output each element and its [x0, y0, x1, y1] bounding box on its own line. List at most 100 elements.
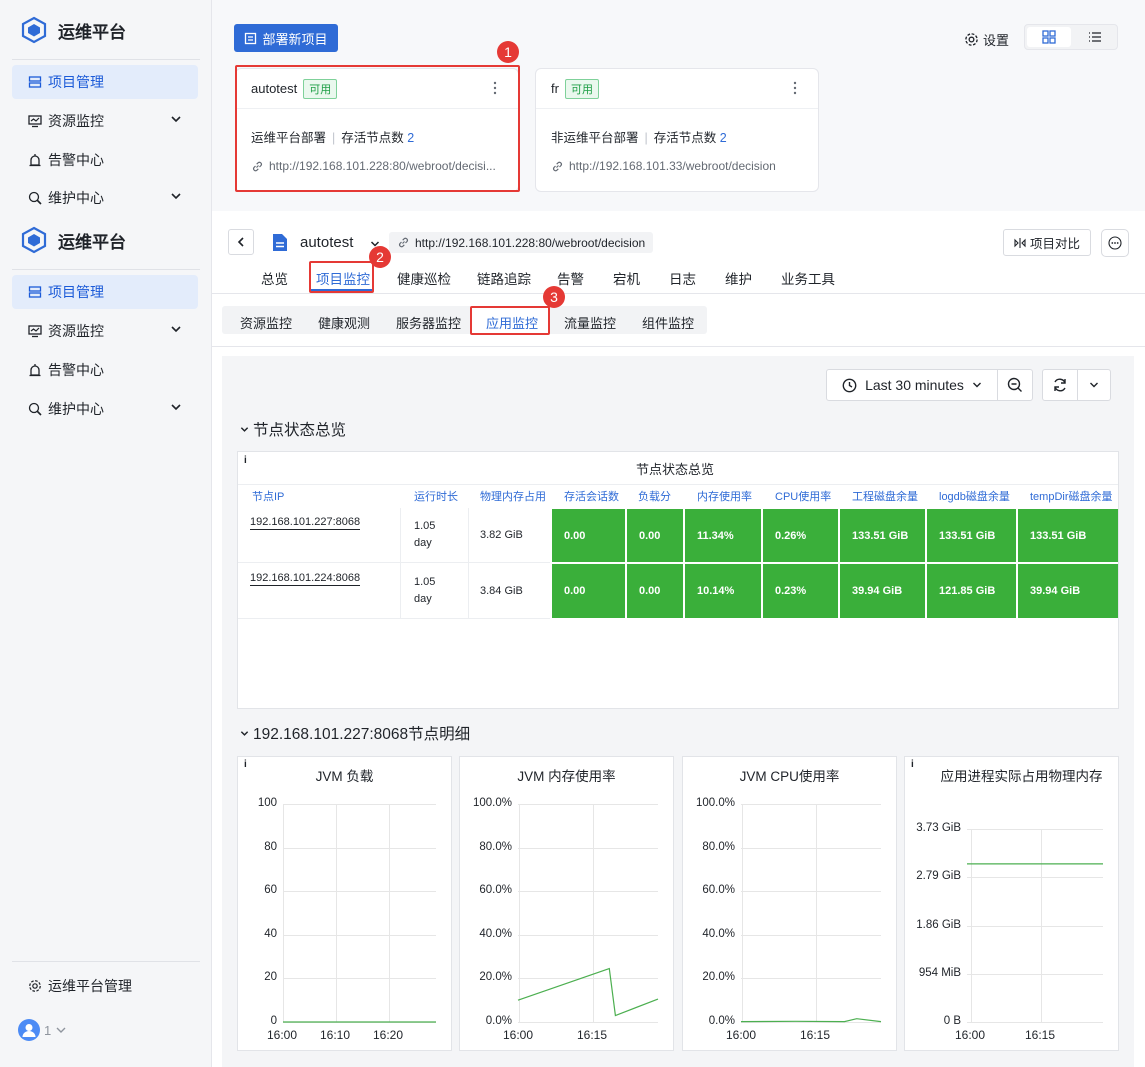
subtab-health[interactable]: 健康观测	[318, 313, 370, 332]
chart-jvm-cpu: JVM CPU使用率 100.0% 80.0% 60.0% 40.0% 20.0% 0.0…	[682, 756, 897, 1051]
tab-alarm[interactable]: 告警	[557, 268, 584, 288]
row-divider	[238, 618, 550, 619]
settings-button[interactable]: 设置	[964, 30, 1009, 49]
row-divider	[238, 562, 550, 563]
tab-business-tools[interactable]: 业务工具	[781, 268, 835, 288]
subtab-component[interactable]: 组件监控	[642, 313, 694, 332]
section-node-overview[interactable]: 节点状态总览	[240, 418, 346, 440]
panel-title: 节点状态总览	[636, 462, 715, 477]
avatar	[18, 1019, 40, 1041]
col-logdb-disk[interactable]: logdb磁盘余量	[939, 488, 1010, 504]
tempdir-disk-cell: 39.94 GiB	[1018, 564, 1118, 618]
subtab-resource[interactable]: 资源监控	[240, 313, 292, 332]
load-cell: 0.00	[627, 509, 683, 562]
server-icon	[28, 76, 42, 88]
step-marker-3: 3	[543, 286, 565, 308]
monitor-icon	[28, 325, 42, 338]
more-options-button[interactable]	[1101, 229, 1129, 257]
divider	[238, 484, 1118, 485]
project-name: fr	[551, 81, 559, 96]
tab-log[interactable]: 日志	[669, 268, 696, 288]
load-cell: 0.00	[627, 564, 683, 618]
nav-item-projects[interactable]: 项目管理	[12, 65, 198, 99]
zoom-out-button[interactable]	[997, 369, 1033, 401]
divider	[212, 293, 1145, 294]
brand-name: 运维平台	[58, 22, 126, 42]
project-compare-button[interactable]: 项目对比	[1003, 229, 1091, 256]
step-marker-1: 1	[497, 41, 519, 63]
mem-usage-cell: 10.14%	[685, 564, 761, 618]
nav-item-resource[interactable]: 资源监控	[12, 104, 198, 138]
info-icon[interactable]: i	[911, 759, 914, 770]
col-tempdir-disk[interactable]: tempDir磁盘余量	[1030, 488, 1113, 504]
node-ip-link[interactable]: 192.168.101.224:8068	[250, 572, 361, 586]
brand: 运维平台	[20, 226, 126, 254]
link-icon	[553, 161, 562, 171]
tab-overview[interactable]: 总览	[261, 268, 288, 288]
col-divider	[468, 508, 469, 618]
nav-item-projects[interactable]: 项目管理	[12, 275, 198, 309]
alarm-icon	[29, 154, 41, 167]
uptime-unit: day	[414, 593, 432, 605]
col-sessions[interactable]: 存活会话数	[564, 488, 619, 504]
chart-jvm-load: JVM 负载 100 80 60 40 20 0 16:00 16:10 16:20	[237, 756, 452, 1051]
col-mem-usage[interactable]: 内存使用率	[697, 488, 752, 504]
nav-item-maintenance[interactable]: 维护中心	[12, 181, 198, 215]
back-button[interactable]	[228, 229, 254, 255]
subtab-application-active[interactable]: 应用监控	[486, 313, 538, 332]
col-project-disk[interactable]: 工程磁盘余量	[852, 488, 918, 504]
nav-item-alarm[interactable]: 告警中心	[12, 143, 198, 177]
monitor-icon	[28, 115, 42, 128]
highlight-box-1	[235, 65, 520, 192]
grid-view-button[interactable]	[1027, 27, 1071, 47]
subtab-traffic[interactable]: 流量监控	[564, 313, 616, 332]
chevron-down-icon	[972, 382, 981, 388]
deploy-type: 非运维平台部署	[551, 131, 639, 145]
refresh-button[interactable]	[1042, 369, 1078, 401]
user-name: 1	[44, 1022, 52, 1038]
user-menu[interactable]: 1	[18, 1019, 67, 1041]
time-range-picker[interactable]: Last 30 minutes	[826, 369, 998, 401]
chevron-down-icon	[1090, 382, 1098, 388]
info-icon[interactable]: i	[244, 759, 247, 770]
tab-trace[interactable]: 链路追踪	[477, 268, 531, 288]
tempdir-disk-cell: 133.51 GiB	[1018, 509, 1118, 562]
chart-plot	[517, 967, 659, 1017]
zoom-out-icon	[1007, 377, 1022, 392]
deploy-icon	[245, 32, 257, 44]
list-view-button[interactable]	[1073, 25, 1117, 49]
gear-icon	[29, 980, 41, 992]
more-icon[interactable]	[792, 81, 798, 95]
project-disk-cell: 39.94 GiB	[840, 564, 925, 618]
refresh-interval-dropdown[interactable]	[1077, 369, 1111, 401]
col-uptime[interactable]: 运行时长	[414, 488, 458, 504]
chart-jvm-memory: JVM 内存使用率 100.0% 80.0% 60.0% 40.0% 20.0% 0.0%…	[459, 756, 674, 1051]
section-node-detail[interactable]: 192.168.101.227:8068节点明细	[240, 722, 470, 744]
info-icon[interactable]: i	[244, 455, 247, 466]
sidebar: 运维平台 项目管理 资源监控 告警中心 维护中心 运维平台管理 1	[0, 211, 212, 1067]
deploy-new-project-button[interactable]: 部署新项目	[234, 24, 338, 52]
col-node-ip[interactable]: 节点IP	[252, 488, 284, 504]
chevron-left-icon	[237, 237, 244, 247]
project-url-chip[interactable]: http://192.168.101.228:80/webroot/decisi…	[389, 232, 654, 253]
tab-health-inspection[interactable]: 健康巡检	[397, 268, 451, 288]
project-url[interactable]: http://192.168.101.33/webroot/decision	[569, 159, 776, 173]
status-badge: 可用	[564, 78, 599, 99]
platform-management-link[interactable]: 运维平台管理	[12, 969, 198, 1003]
col-load[interactable]: 负载分	[638, 488, 671, 504]
nav-item-alarm[interactable]: 告警中心	[12, 353, 198, 387]
cube-logo-icon	[21, 16, 47, 44]
node-ip-link[interactable]: 192.168.101.227:8068	[250, 516, 361, 530]
nav-item-maintenance[interactable]: 维护中心	[12, 392, 198, 426]
subtab-server[interactable]: 服务器监控	[396, 313, 461, 332]
monitoring-subtabs: 资源监控 健康观测 服务器监控 应用监控 流量监控 组件监控	[222, 306, 707, 334]
chevron-down-icon	[240, 426, 249, 432]
nav-item-resource[interactable]: 资源监控	[12, 314, 198, 348]
col-physical-mem[interactable]: 物理内存占用	[480, 488, 546, 504]
wrench-icon	[28, 402, 42, 416]
divider	[12, 269, 200, 270]
project-card-fr[interactable]: fr 可用 非运维平台部署 | 存活节点数 2 http://192.168.101.…	[535, 68, 819, 192]
tab-maintenance[interactable]: 维护	[725, 268, 752, 288]
col-cpu-usage[interactable]: CPU使用率	[775, 488, 831, 504]
tab-downtime[interactable]: 宕机	[613, 268, 640, 288]
